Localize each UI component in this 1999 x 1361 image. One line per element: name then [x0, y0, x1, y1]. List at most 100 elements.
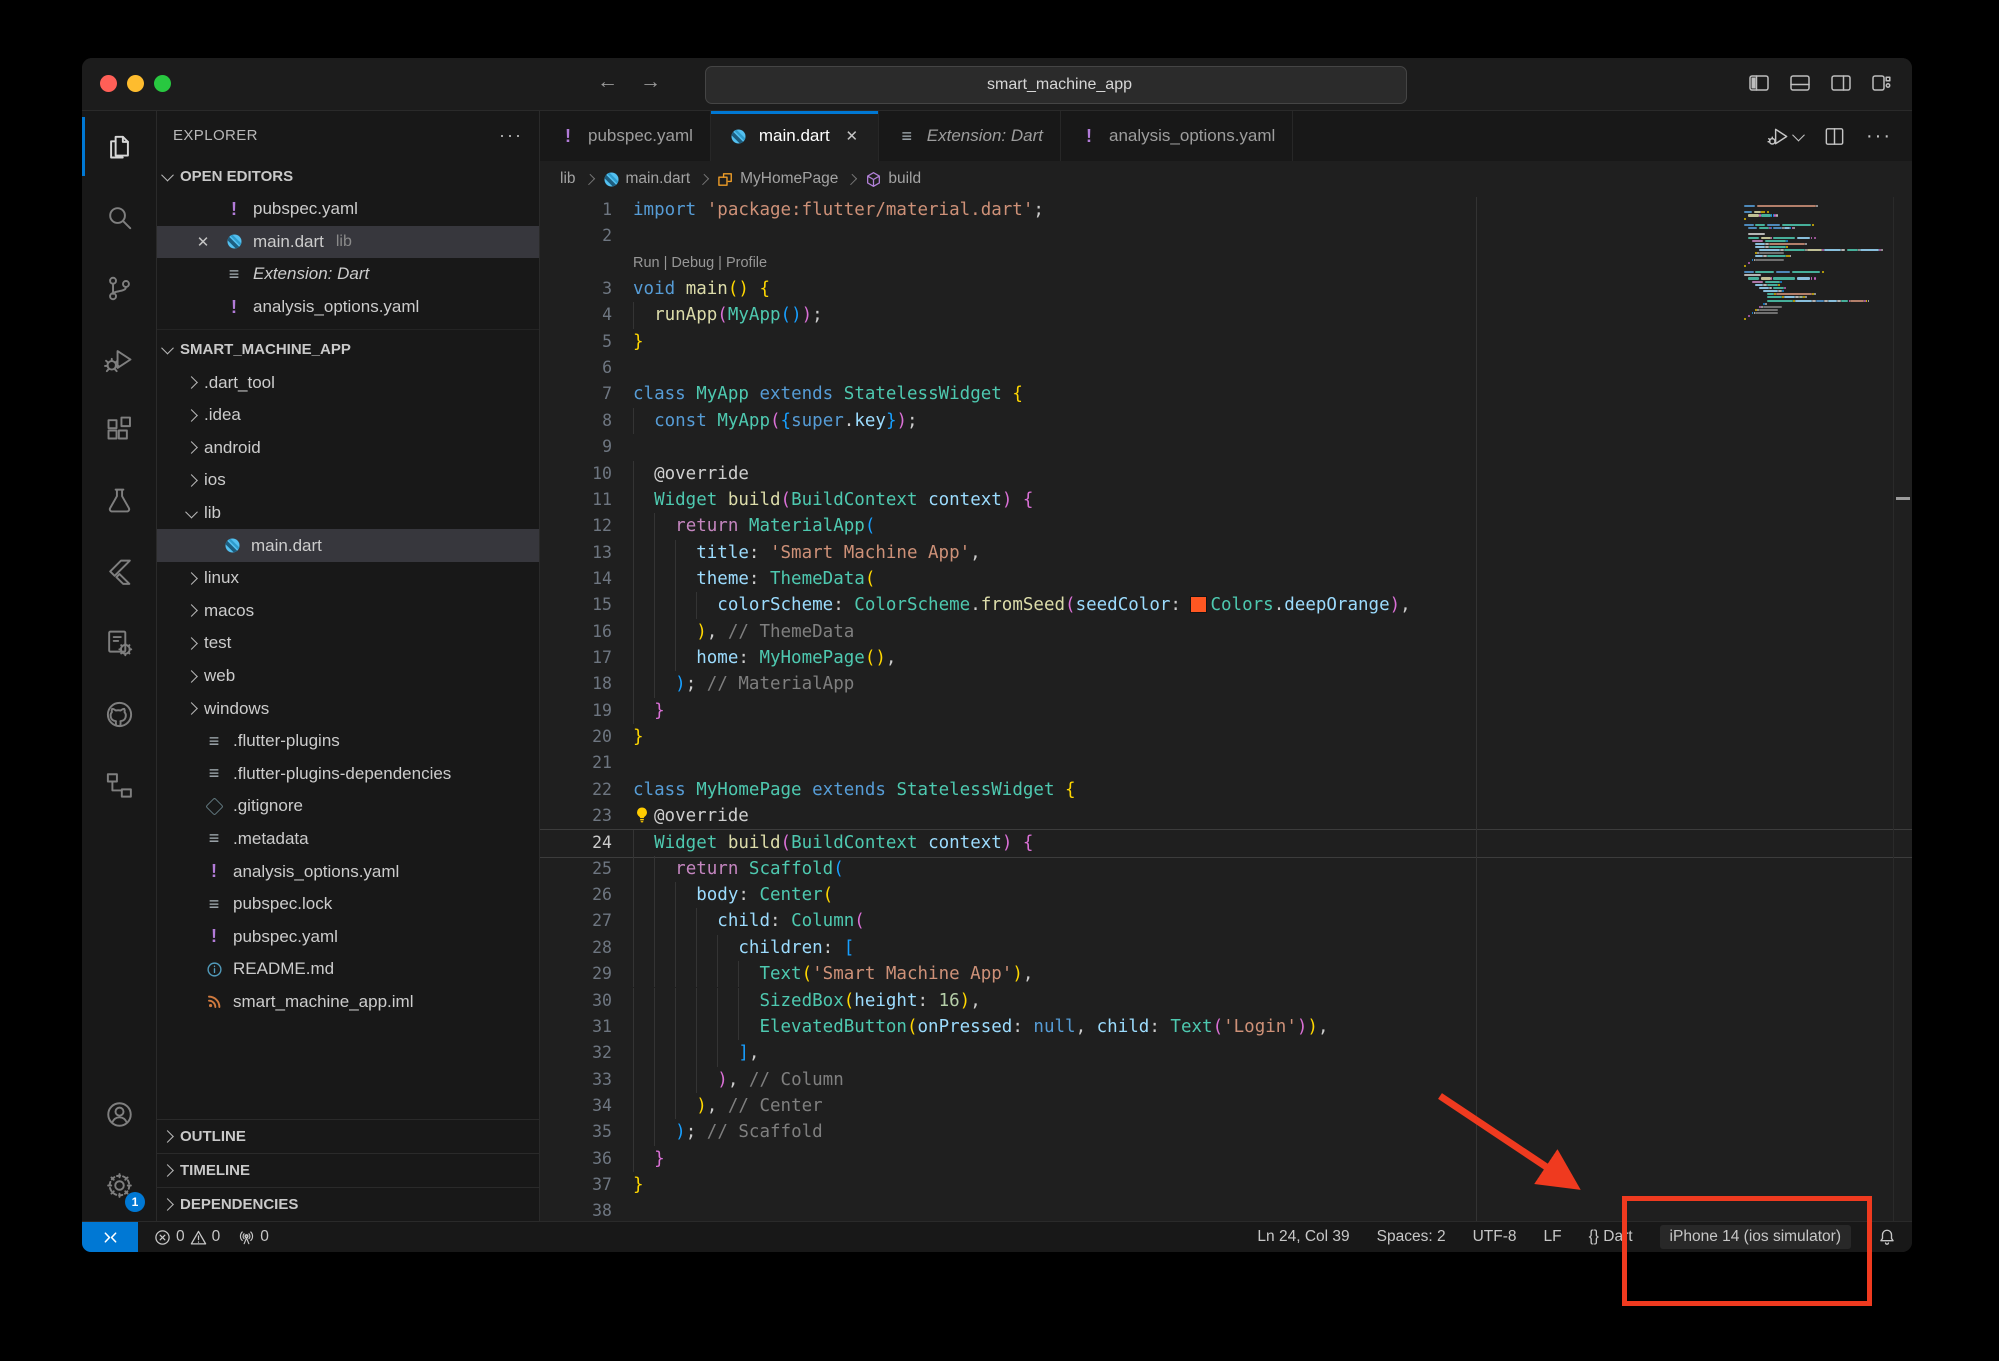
open-editor-analysis_options.yaml[interactable]: !analysis_options.yaml — [157, 291, 539, 324]
status-device[interactable]: iPhone 14 (ios simulator) — [1660, 1225, 1851, 1249]
code-line-13[interactable]: 13 title: 'Smart Machine App', — [540, 540, 1912, 566]
activity-item-settings-gear[interactable]: 1 — [82, 1150, 156, 1221]
breadcrumb-item-main.dart[interactable]: main.dart — [603, 170, 691, 188]
remote-indicator[interactable] — [82, 1222, 138, 1252]
activity-item-explorer[interactable] — [82, 111, 156, 182]
tab-analysis_options.yaml[interactable]: !analysis_options.yaml — [1061, 111, 1293, 161]
open-editors-header[interactable]: OPEN EDITORS — [157, 159, 539, 193]
minimize-window-button[interactable] — [127, 75, 144, 92]
tree-file-analysis_options.yaml[interactable]: !analysis_options.yaml — [157, 855, 539, 888]
code-editor[interactable]: 1import 'package:flutter/material.dart';… — [540, 197, 1912, 1221]
tree-folder-ios[interactable]: ios — [157, 464, 539, 497]
code-line-36[interactable]: 36 } — [540, 1146, 1912, 1172]
code-line-23[interactable]: 23@override — [540, 803, 1912, 829]
close-tab-icon[interactable]: ✕ — [843, 127, 861, 145]
tree-folder-test[interactable]: test — [157, 627, 539, 660]
code-line-21[interactable]: 21 — [540, 750, 1912, 776]
code-line-5[interactable]: 5} — [540, 329, 1912, 355]
tree-folder-macos[interactable]: macos — [157, 595, 539, 628]
history-back-button[interactable]: ← — [597, 70, 618, 94]
tree-file-pubspec.lock[interactable]: ≡pubspec.lock — [157, 888, 539, 921]
code-line-29[interactable]: 29 Text('Smart Machine App'), — [540, 961, 1912, 987]
code-line-34[interactable]: 34 ), // Center — [540, 1093, 1912, 1119]
open-editor-pubspec.yaml[interactable]: !pubspec.yaml — [157, 193, 539, 226]
code-line-10[interactable]: 10 @override — [540, 461, 1912, 487]
more-actions-icon[interactable]: ··· — [1866, 125, 1892, 148]
layout-customize-icon[interactable] — [1870, 71, 1894, 95]
tab-Extension: Dart[interactable]: ≡Extension: Dart — [879, 111, 1061, 161]
sidebar-section-outline[interactable]: OUTLINE — [157, 1119, 539, 1153]
activity-item-account[interactable] — [82, 1079, 156, 1150]
tree-folder-web[interactable]: web — [157, 660, 539, 693]
code-line-3[interactable]: 3void main() { — [540, 276, 1912, 302]
tab-main.dart[interactable]: main.dart✕ — [711, 111, 879, 161]
code-line-26[interactable]: 26 body: Center( — [540, 882, 1912, 908]
tree-file-pubspec.yaml[interactable]: !pubspec.yaml — [157, 920, 539, 953]
code-line-38[interactable]: 38 — [540, 1198, 1912, 1221]
activity-item-testing[interactable] — [82, 466, 156, 537]
problems-indicator[interactable]: 00 — [154, 1228, 220, 1246]
zoom-window-button[interactable] — [154, 75, 171, 92]
code-line-7[interactable]: 7class MyApp extends StatelessWidget { — [540, 381, 1912, 407]
broadcast-indicator[interactable]: 0 — [238, 1228, 269, 1246]
breadcrumb[interactable]: libmain.dartMyHomePagebuild — [540, 161, 1912, 197]
tree-file-.gitignore[interactable]: .gitignore — [157, 790, 539, 823]
activity-item-source-control[interactable] — [82, 253, 156, 324]
code-line-6[interactable]: 6 — [540, 355, 1912, 381]
code-line-1[interactable]: 1import 'package:flutter/material.dart'; — [540, 197, 1912, 223]
activity-item-flutter[interactable] — [82, 537, 156, 608]
run-debug-button[interactable] — [1767, 125, 1803, 148]
code-line-15[interactable]: 15 colorScheme: ColorScheme.fromSeed(see… — [540, 592, 1912, 618]
tree-folder-.idea[interactable]: .idea — [157, 399, 539, 432]
close-editor-icon[interactable]: ✕ — [191, 233, 215, 251]
code-line-25[interactable]: 25 return Scaffold( — [540, 856, 1912, 882]
code-line-16[interactable]: 16 ), // ThemeData — [540, 619, 1912, 645]
code-line-18[interactable]: 18 ); // MaterialApp — [540, 671, 1912, 697]
code-line-22[interactable]: 22class MyHomePage extends StatelessWidg… — [540, 777, 1912, 803]
codelens-run-debug-profile[interactable]: Run | Debug | Profile — [633, 250, 767, 276]
code-line-14[interactable]: 14 theme: ThemeData( — [540, 566, 1912, 592]
activity-item-hierarchy[interactable] — [82, 750, 156, 821]
open-editor-main.dart[interactable]: ✕main.dartlib — [157, 226, 539, 259]
activity-item-github[interactable] — [82, 679, 156, 750]
code-line-31[interactable]: 31 ElevatedButton(onPressed: null, child… — [540, 1014, 1912, 1040]
tree-file-.flutter-plugins[interactable]: ≡.flutter-plugins — [157, 725, 539, 758]
code-line-30[interactable]: 30 SizedBox(height: 16), — [540, 988, 1912, 1014]
sidebar-more-actions[interactable]: ··· — [499, 125, 523, 146]
status-indentation[interactable]: Spaces: 2 — [1377, 1228, 1446, 1246]
code-line-35[interactable]: 35 ); // Scaffold — [540, 1119, 1912, 1145]
breadcrumb-item-lib[interactable]: lib — [560, 170, 576, 188]
activity-item-search[interactable] — [82, 182, 156, 253]
activity-item-code-runner[interactable] — [82, 608, 156, 679]
code-line-12[interactable]: 12 return MaterialApp( — [540, 513, 1912, 539]
tab-pubspec.yaml[interactable]: !pubspec.yaml — [540, 111, 711, 161]
layout-sidebar-left-icon[interactable] — [1747, 71, 1771, 95]
code-line-11[interactable]: 11 Widget build(BuildContext context) { — [540, 487, 1912, 513]
breadcrumb-item-MyHomePage[interactable]: MyHomePage — [717, 170, 838, 188]
tree-file-smart_machine_app.iml[interactable]: smart_machine_app.iml — [157, 986, 539, 1019]
project-root-header[interactable]: SMART_MACHINE_APP — [157, 329, 539, 366]
tree-file-main.dart[interactable]: main.dart — [157, 529, 539, 562]
code-line-33[interactable]: 33 ), // Column — [540, 1067, 1912, 1093]
bell-icon[interactable] — [1878, 1228, 1896, 1246]
code-line-19[interactable]: 19 } — [540, 698, 1912, 724]
status-eol[interactable]: LF — [1544, 1228, 1562, 1246]
open-editor-Extension: Dart[interactable]: ≡Extension: Dart — [157, 258, 539, 291]
layout-sidebar-right-icon[interactable] — [1829, 71, 1853, 95]
split-editor-icon[interactable] — [1823, 125, 1846, 148]
code-line-27[interactable]: 27 child: Column( — [540, 908, 1912, 934]
tree-folder-android[interactable]: android — [157, 432, 539, 465]
activity-item-extensions[interactable] — [82, 395, 156, 466]
tree-folder-linux[interactable]: linux — [157, 562, 539, 595]
code-line-37[interactable]: 37} — [540, 1172, 1912, 1198]
tree-file-README.md[interactable]: README.md — [157, 953, 539, 986]
overview-ruler[interactable] — [1893, 197, 1912, 1221]
status-line-col[interactable]: Ln 24, Col 39 — [1257, 1228, 1349, 1246]
code-line-4[interactable]: 4 runApp(MyApp()); — [540, 302, 1912, 328]
sidebar-section-timeline[interactable]: TIMELINE — [157, 1153, 539, 1187]
minimap[interactable] — [1744, 197, 1894, 1221]
tree-folder-.dart_tool[interactable]: .dart_tool — [157, 366, 539, 399]
command-center-search[interactable]: smart_machine_app — [705, 66, 1407, 104]
layout-panel-icon[interactable] — [1788, 71, 1812, 95]
code-line-24[interactable]: 24 Widget build(BuildContext context) { — [540, 829, 1912, 857]
